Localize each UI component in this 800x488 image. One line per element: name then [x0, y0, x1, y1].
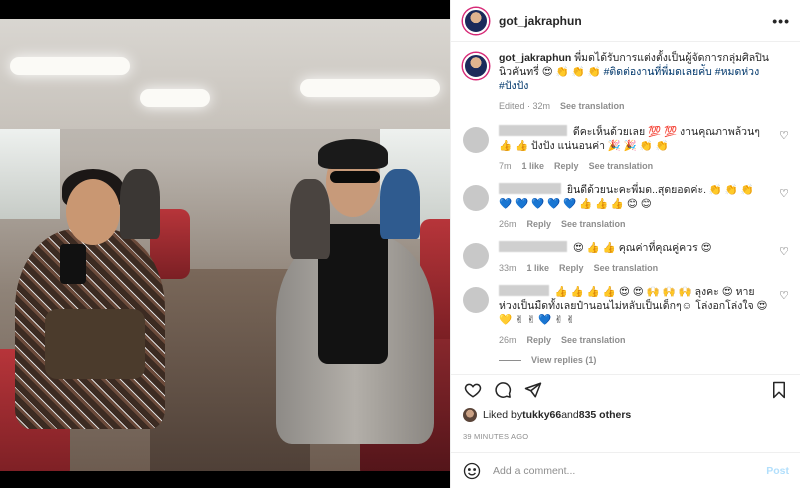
likes-prefix: Liked by — [483, 409, 523, 421]
post-header: got_jakraphun ••• — [451, 0, 800, 42]
comment-icon[interactable] — [493, 380, 513, 400]
photo-window — [0, 129, 60, 219]
post-timestamp: 39 MINUTES AGO — [463, 432, 529, 441]
photo-sunglasses — [330, 171, 380, 183]
caption-username[interactable]: got_jakraphun — [499, 52, 571, 64]
comment-meta: 7m 1 like Reply See translation — [499, 159, 769, 173]
action-bar — [451, 374, 800, 404]
likes-count[interactable]: 835 others — [579, 409, 632, 421]
see-translation-link[interactable]: See translation — [561, 333, 626, 347]
photo-head — [66, 179, 120, 245]
reply-button[interactable]: Reply — [527, 217, 552, 231]
comment-like-icon[interactable]: ♡ — [779, 189, 789, 200]
comment-text: 😍 👍 👍 คุณค่าที่คุณคู่ควร 😍 — [572, 242, 712, 254]
post-photo[interactable] — [0, 19, 450, 471]
comment-meta: 26m Reply See translation — [499, 333, 769, 347]
comment-time: 26m — [499, 219, 517, 229]
header-username[interactable]: got_jakraphun — [499, 14, 582, 28]
photo-phone — [60, 244, 86, 284]
comment-row: 😍 👍 👍 คุณค่าที่คุณคู่ควร 😍 33m 1 like Re… — [463, 241, 789, 275]
avatar[interactable] — [463, 185, 489, 211]
comment-row: 👍 👍 👍 👍 😍 😍 🙌 🙌 🙌 ลุงคะ 😍 หายห่วงเป็นมืด… — [463, 285, 789, 347]
photo-passenger — [120, 169, 160, 239]
post-panel: got_jakraphun ••• got_jakraphun พี่มดได้… — [450, 0, 800, 488]
bookmark-icon[interactable] — [769, 380, 789, 400]
avatar[interactable] — [463, 243, 489, 269]
redacted-username — [499, 285, 549, 296]
comment-row: ดีคะเห็นด้วยเลย 💯 💯 งานคุณภาพล้วนๆ 👍 👍 ป… — [463, 125, 789, 173]
view-replies-label: View replies (1) — [531, 355, 597, 365]
comment-row: ยินดีด้วยนะคะพี่มด..สุดยอดค่ะ. 👏 👏 👏 💙 💙… — [463, 183, 789, 231]
more-icon[interactable]: ••• — [772, 13, 790, 29]
add-comment-bar: Post — [451, 452, 800, 488]
comments-list: got_jakraphun พี่มดได้รับการแต่งตั้งเป็น… — [451, 43, 800, 373]
see-translation-link[interactable]: See translation — [589, 159, 654, 173]
avatar[interactable] — [463, 287, 489, 313]
comment-like-icon[interactable]: ♡ — [779, 291, 789, 302]
comment-likes[interactable]: 1 like — [527, 261, 550, 275]
redacted-username — [499, 125, 567, 136]
comment-like-icon[interactable]: ♡ — [779, 131, 789, 142]
see-translation-link[interactable]: See translation — [594, 261, 659, 275]
photo-cap — [318, 139, 388, 169]
liker-username[interactable]: tukky66 — [522, 409, 561, 421]
comment-like-icon[interactable]: ♡ — [779, 247, 789, 258]
view-replies-button[interactable]: View replies (1) — [499, 355, 789, 365]
redacted-username — [499, 241, 567, 252]
comment-input[interactable] — [493, 464, 767, 477]
comment-time: 7m — [499, 161, 512, 171]
see-translation-link[interactable]: See translation — [560, 99, 625, 113]
reply-button[interactable]: Reply — [554, 159, 579, 173]
heart-icon[interactable] — [463, 380, 483, 400]
redacted-username — [499, 183, 561, 194]
caption-meta: Edited · 32m See translation — [499, 99, 769, 113]
reply-button[interactable]: Reply — [527, 333, 552, 347]
emoji-icon[interactable] — [463, 462, 481, 480]
comment-meta: 33m 1 like Reply See translation — [499, 261, 769, 275]
liker-avatar[interactable] — [463, 408, 477, 422]
likes-summary: Liked by tukky66 and 835 others — [463, 408, 631, 422]
caption-row: got_jakraphun พี่มดได้รับการแต่งตั้งเป็น… — [463, 51, 789, 113]
comment-meta: 26m Reply See translation — [499, 217, 769, 231]
caption-edited: Edited · 32m — [499, 101, 551, 111]
likes-mid: and — [561, 409, 579, 421]
photo-passenger — [290, 179, 330, 259]
see-translation-link[interactable]: See translation — [561, 217, 626, 231]
avatar[interactable] — [463, 7, 489, 34]
post-button[interactable]: Post — [766, 465, 789, 477]
comment-time: 26m — [499, 335, 517, 345]
avatar[interactable] — [463, 53, 489, 79]
photo-light — [10, 57, 130, 75]
instagram-post-view: got_jakraphun ••• got_jakraphun พี่มดได้… — [0, 0, 800, 488]
replies-divider — [499, 359, 521, 361]
avatar[interactable] — [463, 127, 489, 153]
photo-bag — [45, 309, 145, 379]
photo-light — [140, 89, 210, 107]
share-icon[interactable] — [523, 380, 543, 400]
reply-button[interactable]: Reply — [559, 261, 584, 275]
comment-likes[interactable]: 1 like — [522, 159, 545, 173]
photo-light — [300, 79, 440, 97]
comment-time: 33m — [499, 263, 517, 273]
photo-passenger — [380, 169, 420, 239]
